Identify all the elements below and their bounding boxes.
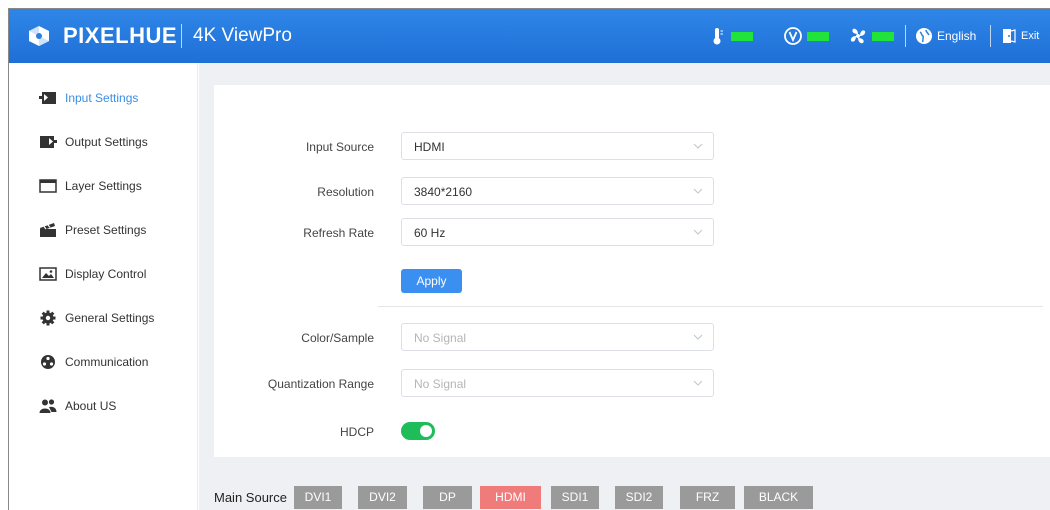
quantization-range-select[interactable]: No Signal bbox=[401, 369, 714, 397]
exit-button[interactable]: Exit bbox=[1000, 25, 1046, 47]
app-window: PIXELHUE 4K ViewPro English Exit Input S… bbox=[8, 8, 1050, 510]
sidebar-item-label: About US bbox=[65, 399, 117, 413]
users-icon bbox=[39, 399, 57, 413]
brand-divider bbox=[181, 24, 182, 48]
brand-name: PIXELHUE bbox=[63, 23, 178, 48]
section-divider bbox=[378, 306, 1043, 307]
preset-icon bbox=[40, 223, 56, 237]
input-icon bbox=[39, 92, 56, 104]
source-button-black[interactable]: BLACK bbox=[744, 486, 813, 509]
resolution-value: 3840*2160 bbox=[414, 185, 473, 199]
source-button-dvi2[interactable]: DVI2 bbox=[358, 486, 407, 509]
exit-icon bbox=[1003, 29, 1016, 43]
apply-button[interactable]: Apply bbox=[401, 269, 462, 293]
layer-icon bbox=[39, 179, 57, 193]
chevron-down-icon bbox=[693, 334, 703, 340]
input-source-value: HDMI bbox=[414, 140, 445, 154]
chevron-down-icon bbox=[693, 143, 703, 149]
input-source-label: Input Source bbox=[305, 140, 374, 154]
main-source-label: Main Source bbox=[214, 490, 287, 505]
fan-status bbox=[848, 26, 898, 46]
product-name: 4K ViewPro bbox=[193, 25, 292, 46]
quantization-range-value: No Signal bbox=[414, 377, 467, 391]
language-button[interactable]: English bbox=[915, 25, 985, 47]
quantization-range-label: Quantization Range bbox=[267, 377, 374, 391]
sidebar-item-label: General Settings bbox=[65, 311, 155, 325]
chevron-down-icon bbox=[693, 188, 703, 194]
temperature-status bbox=[707, 26, 757, 46]
source-button-frz[interactable]: FRZ bbox=[680, 486, 735, 509]
toggle-knob bbox=[420, 425, 432, 437]
hdcp-toggle[interactable] bbox=[401, 422, 435, 440]
refresh-rate-label: Refresh Rate bbox=[303, 226, 374, 240]
chevron-down-icon bbox=[693, 380, 703, 386]
refresh-rate-select[interactable]: 60 Hz bbox=[401, 218, 714, 246]
sidebar-item-label: Display Control bbox=[65, 267, 147, 281]
resolution-label: Resolution bbox=[317, 185, 374, 199]
language-label: English bbox=[937, 29, 977, 43]
input-source-select[interactable]: HDMI bbox=[401, 132, 714, 160]
main-content: Input Source HDMI Resolution 3840*2160 R… bbox=[199, 63, 1050, 510]
temperature-led bbox=[731, 32, 753, 41]
fan-led bbox=[872, 32, 894, 41]
chevron-down-icon bbox=[693, 229, 703, 235]
thermometer-icon bbox=[713, 28, 723, 45]
voltage-status bbox=[783, 26, 833, 46]
voltage-led bbox=[807, 32, 829, 41]
header-divider bbox=[990, 25, 991, 47]
source-button-sdi1[interactable]: SDI1 bbox=[551, 486, 599, 509]
sidebar-item-label: Output Settings bbox=[65, 135, 148, 149]
display-icon bbox=[39, 267, 57, 281]
color-sample-value: No Signal bbox=[414, 331, 467, 345]
sidebar-item-label: Input Settings bbox=[65, 91, 139, 105]
color-sample-select[interactable]: No Signal bbox=[401, 323, 714, 351]
exit-label: Exit bbox=[1021, 30, 1040, 42]
source-button-hdmi[interactable]: HDMI bbox=[480, 486, 541, 509]
color-sample-label: Color/Sample bbox=[301, 331, 374, 345]
fan-icon bbox=[850, 28, 866, 44]
input-settings-panel: Input Source HDMI Resolution 3840*2160 R… bbox=[214, 85, 1050, 457]
sidebar-item-label: Preset Settings bbox=[65, 223, 147, 237]
refresh-rate-value: 60 Hz bbox=[414, 226, 446, 240]
source-button-sdi2[interactable]: SDI2 bbox=[615, 486, 663, 509]
header-divider bbox=[905, 25, 906, 47]
output-icon bbox=[40, 136, 57, 148]
top-bar: PIXELHUE 4K ViewPro English Exit bbox=[9, 9, 1050, 63]
hdcp-label: HDCP bbox=[339, 425, 374, 439]
voltage-icon bbox=[784, 27, 802, 45]
gear-icon bbox=[40, 310, 56, 326]
sidebar: Input Settings Output Settings Layer Set… bbox=[9, 63, 198, 510]
pixelhue-logo-icon bbox=[29, 26, 49, 46]
globe-icon bbox=[916, 28, 932, 44]
sidebar-item-label: Layer Settings bbox=[65, 179, 142, 193]
sidebar-item-label: Communication bbox=[65, 355, 149, 369]
communication-icon bbox=[41, 355, 55, 369]
source-button-dvi1[interactable]: DVI1 bbox=[294, 486, 342, 509]
source-button-dp[interactable]: DP bbox=[423, 486, 472, 509]
resolution-select[interactable]: 3840*2160 bbox=[401, 177, 714, 205]
